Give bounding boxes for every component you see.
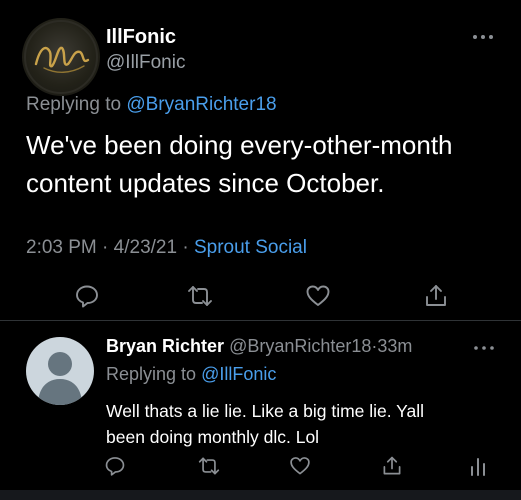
comment-icon[interactable] [74,283,100,309]
reply-tweet-text-line: Well thats a lie lie. Like a big time li… [106,401,425,421]
main-tweet-text-line: We've been doing every-other-month [26,130,453,160]
avatar-default[interactable] [26,337,94,405]
main-display-name[interactable]: IllFonic [106,26,176,49]
reply-tweet-text-line: been doing monthly dlc. Lol [106,427,320,447]
main-tweet-text-line: content updates since October. [26,168,385,198]
comment-icon[interactable] [104,455,126,477]
reply-tweet-text: Well thats a lie lie. Like a big time li… [106,398,506,450]
avatar-illfonic[interactable] [22,18,100,96]
divider [0,320,521,321]
share-icon[interactable] [423,283,449,309]
main-handle[interactable]: @IllFonic [106,52,185,74]
reply-age[interactable]: 33m [377,336,412,356]
reply-replying-to: Replying to @IllFonic [106,364,276,385]
reply-handle[interactable]: @BryanRichter18 [229,336,371,356]
more-options-icon[interactable] [472,340,496,350]
illfonic-logo-icon [24,20,98,94]
retweet-icon[interactable] [198,455,220,477]
replying-mention-link[interactable]: @BryanRichter18 [126,94,276,115]
reply-display-name[interactable]: Bryan Richter [106,336,224,356]
tweet-date[interactable]: 4/23/21 [114,237,177,258]
analytics-icon[interactable] [467,455,489,477]
tweet-time[interactable]: 2:03 PM [26,237,97,258]
more-options-icon[interactable] [470,30,496,42]
main-tweet-text: We've been doing every-other-month conte… [26,126,506,202]
replying-prefix: Replying to [106,364,197,384]
main-replying-to: Replying to @BryanRichter18 [26,94,277,116]
replying-prefix: Replying to [26,94,122,115]
replying-mention-link[interactable]: @IllFonic [201,364,276,384]
default-user-icon [38,352,82,405]
meta-separator: · [182,237,189,258]
share-icon[interactable] [381,455,403,477]
meta-separator: · [102,237,109,258]
bottom-edge [0,490,521,500]
heart-icon[interactable] [305,283,331,309]
retweet-icon[interactable] [187,283,213,309]
heart-icon[interactable] [289,455,311,477]
reply-header: Bryan Richter @BryanRichter18·33m [106,336,412,357]
main-tweet-meta: 2:03 PM · 4/23/21 · Sprout Social [26,237,307,259]
tweet-source-link[interactable]: Sprout Social [194,237,307,258]
